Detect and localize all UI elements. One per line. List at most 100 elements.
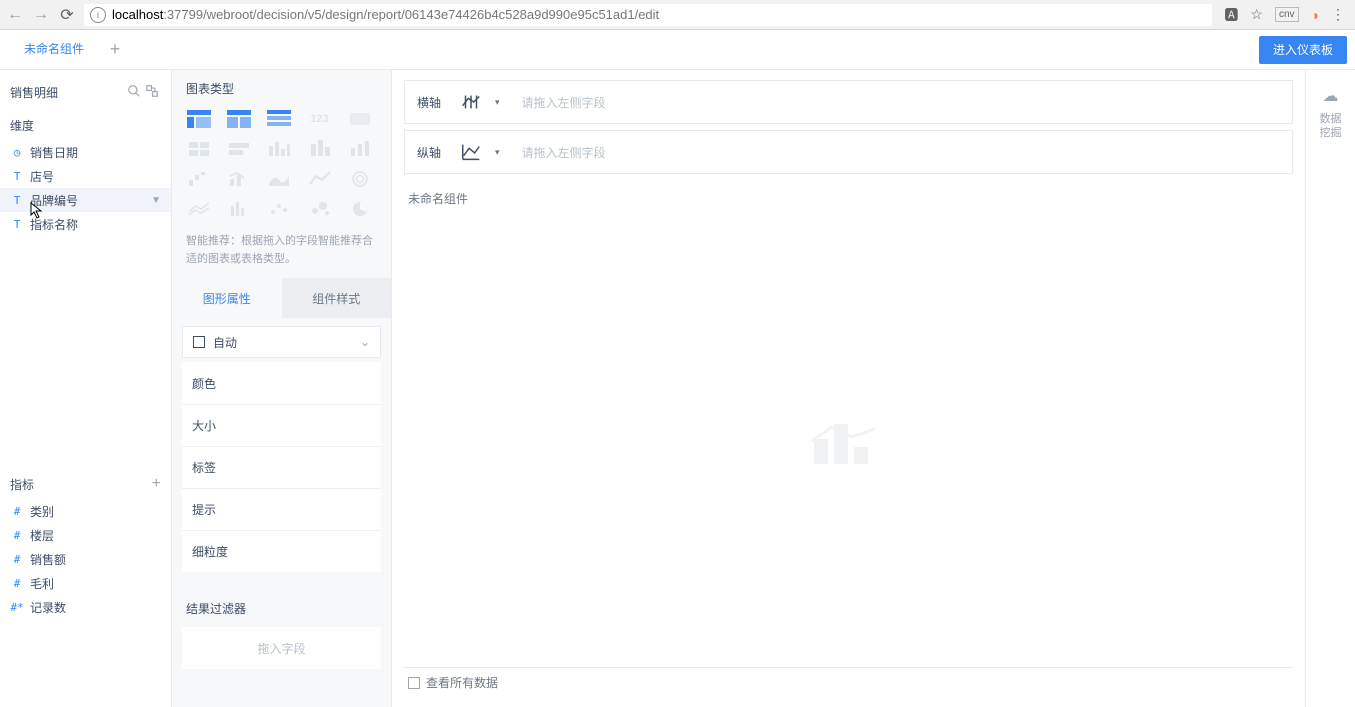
prop-tooltip[interactable]: 提示 — [182, 488, 381, 530]
chevron-down-icon: ⌄ — [360, 335, 370, 349]
chart-type-bubble[interactable] — [307, 199, 333, 219]
metric-item[interactable]: #毛利 — [0, 571, 171, 595]
chevron-down-icon[interactable]: ▾ — [495, 147, 500, 158]
link-icon[interactable] — [143, 84, 161, 101]
chart-type-group-table[interactable] — [186, 109, 212, 129]
chart-type-bar[interactable] — [347, 139, 373, 159]
chart-type-area[interactable] — [266, 169, 292, 189]
dimension-label: 指标名称 — [30, 216, 78, 233]
tab-component-style[interactable]: 组件样式 — [282, 278, 392, 318]
chart-type-grid: 123 — [172, 103, 391, 229]
prop-granularity[interactable]: 细粒度 — [182, 530, 381, 572]
chart-type-stacked-bar[interactable] — [307, 139, 333, 159]
metric-label: 销售额 — [30, 551, 66, 568]
chart-type-multi-line[interactable] — [186, 199, 212, 219]
h-axis-icon[interactable] — [457, 90, 485, 114]
chart-type-kpi[interactable]: 123 — [307, 109, 333, 129]
forward-icon[interactable]: → — [32, 6, 50, 24]
dimension-label: 销售日期 — [30, 144, 78, 161]
ext-icon-2[interactable]: ◑ — [1311, 7, 1319, 23]
back-icon[interactable]: ← — [6, 6, 24, 24]
dimension-item[interactable]: T 店号 — [0, 164, 171, 188]
chart-type-stacked-bar-h[interactable] — [226, 139, 252, 159]
ext-icon-1[interactable]: cnv — [1275, 7, 1299, 22]
chevron-down-icon[interactable]: ▾ — [495, 97, 500, 108]
show-all-data-row[interactable]: 查看所有数据 — [404, 667, 1293, 697]
dimension-item[interactable]: T 指标名称 — [0, 212, 171, 236]
dimension-item[interactable]: T 品牌编号 ▼ — [0, 188, 171, 212]
chart-type-waterfall[interactable] — [186, 169, 212, 189]
prop-size[interactable]: 大小 — [182, 404, 381, 446]
url-path: :37799/webroot/decision/v5/design/report… — [163, 7, 659, 22]
clock-icon: ◷ — [10, 146, 24, 159]
config-subtabs: 图形属性 组件样式 — [172, 278, 391, 318]
text-type-icon: T — [10, 218, 24, 231]
dimension-item[interactable]: ◷ 销售日期 — [0, 140, 171, 164]
bookmark-icon[interactable]: ☆ — [1250, 6, 1263, 23]
add-metric-button[interactable]: + — [152, 475, 161, 493]
component-tab[interactable]: 未命名组件 — [8, 30, 100, 70]
component-title[interactable]: 未命名组件 — [404, 180, 1293, 217]
empty-chart-placeholder — [404, 217, 1293, 661]
chart-type-gauge[interactable] — [347, 109, 373, 129]
chart-type-multi-bar[interactable] — [266, 139, 292, 159]
metric-item[interactable]: # 楼层 — [0, 523, 171, 547]
number-type-icon: # — [10, 577, 24, 590]
chart-type-partition-bar[interactable] — [186, 139, 212, 159]
show-all-data-label: 查看所有数据 — [426, 674, 498, 691]
chart-type-pie[interactable] — [347, 199, 373, 219]
v-axis-dropzone[interactable]: 请拖入左侧字段 — [510, 144, 1280, 161]
text-type-icon: T — [10, 170, 24, 183]
number-type-icon: # — [10, 529, 24, 542]
h-axis-dropzone[interactable]: 请拖入左侧字段 — [510, 94, 1280, 111]
app-topbar: 未命名组件 + 进入仪表板 — [0, 30, 1355, 70]
data-panel: 销售明细 维度 ◷ 销售日期 T 店号 T — [0, 70, 172, 707]
dimension-label: 品牌编号 — [30, 192, 78, 209]
chart-type-detail-table[interactable] — [266, 109, 292, 129]
menu-icon[interactable]: ⋮ — [1331, 6, 1345, 23]
address-bar[interactable]: i localhost:37799/webroot/decision/v5/de… — [84, 4, 1212, 26]
config-panel: 图表类型 123 — [172, 70, 392, 707]
canvas-area: 横轴 ▾ 请拖入左侧字段 纵轴 ▾ 请拖入左侧字段 未命名组件 — [392, 70, 1355, 707]
metric-item[interactable]: #销售额 — [0, 547, 171, 571]
enter-dashboard-button[interactable]: 进入仪表板 — [1259, 36, 1347, 64]
shape-icon — [193, 336, 205, 348]
reload-icon[interactable]: ⟳ — [58, 6, 76, 24]
chart-type-combo[interactable] — [226, 169, 252, 189]
checkbox-icon[interactable] — [408, 677, 420, 689]
v-axis-icon[interactable] — [457, 140, 485, 164]
data-mining-icon[interactable]: ☁ — [1323, 86, 1339, 106]
shape-selector[interactable]: 自动 ⌄ — [182, 326, 381, 358]
filter-dropzone[interactable]: 拖入字段 — [182, 627, 381, 669]
metric-item[interactable]: #*记录数 — [0, 595, 171, 619]
chart-type-cross-table[interactable] — [226, 109, 252, 129]
dataset-name[interactable]: 销售明细 — [10, 84, 125, 101]
tab-graphic-props[interactable]: 图形属性 — [172, 278, 282, 318]
translate-icon[interactable]: 🅰 — [1224, 5, 1238, 25]
url-host: localhost — [112, 7, 163, 22]
add-tab-button[interactable]: + — [100, 39, 130, 60]
v-axis-row[interactable]: 纵轴 ▾ 请拖入左侧字段 — [404, 130, 1293, 174]
smart-tip: 智能推荐：根据拖入的字段智能推荐合适的图表或表格类型。 — [172, 229, 391, 278]
right-rail: ☁ 数据 挖掘 — [1305, 70, 1355, 707]
prop-color[interactable]: 颜色 — [182, 362, 381, 404]
chevron-down-icon[interactable]: ▼ — [151, 195, 161, 206]
dimension-label: 店号 — [30, 168, 54, 185]
metric-item[interactable]: #类别 — [0, 499, 171, 523]
enter-dashboard-label: 进入仪表板 — [1273, 41, 1333, 58]
metric-label: 楼层 — [30, 527, 54, 544]
info-icon[interactable]: i — [90, 7, 106, 23]
prop-label[interactable]: 标签 — [182, 446, 381, 488]
search-icon[interactable] — [125, 84, 143, 101]
dimensions-list: ◷ 销售日期 T 店号 T 品牌编号 ▼ T 指标名称 — [0, 140, 171, 236]
metric-label: 记录数 — [30, 599, 66, 616]
chart-type-radar[interactable] — [347, 169, 373, 189]
result-filter-title: 结果过滤器 — [172, 586, 391, 623]
chart-type-scatter[interactable] — [266, 199, 292, 219]
data-mining-label[interactable]: 数据 挖掘 — [1320, 112, 1342, 141]
chart-type-line[interactable] — [307, 169, 333, 189]
component-tab-label: 未命名组件 — [24, 40, 84, 57]
v-axis-label: 纵轴 — [417, 144, 447, 161]
chart-type-histogram[interactable] — [226, 199, 252, 219]
h-axis-row[interactable]: 横轴 ▾ 请拖入左侧字段 — [404, 80, 1293, 124]
